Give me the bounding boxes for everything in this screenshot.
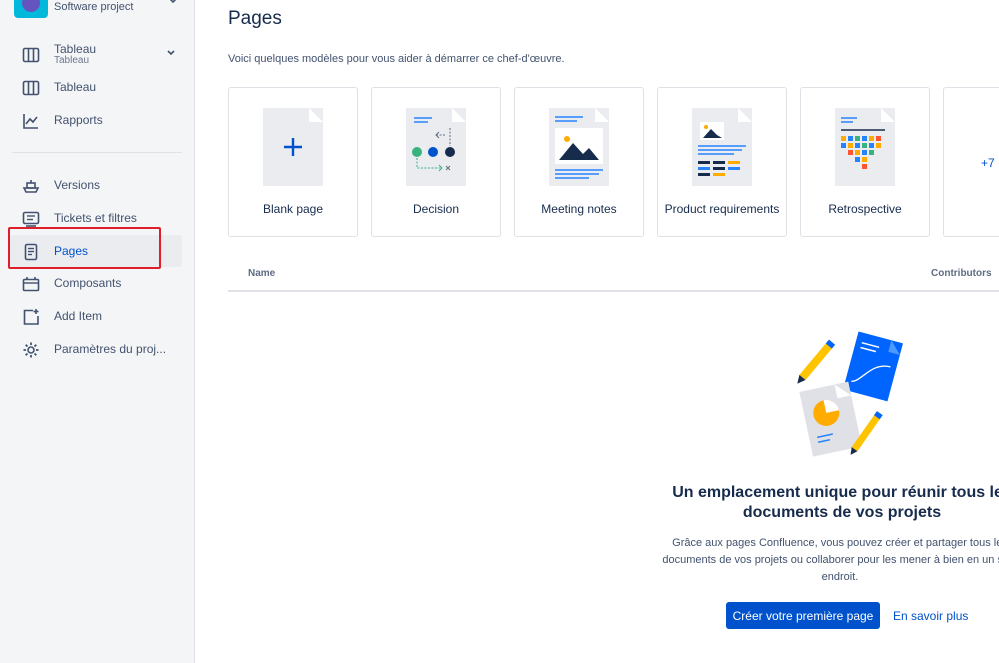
blank-page-icon: [263, 108, 323, 186]
sidebar-item-add-item[interactable]: Add Item: [10, 300, 182, 332]
create-first-page-button[interactable]: Créer votre première page: [726, 602, 880, 629]
sidebar-item-project-settings[interactable]: Paramètres du proj...: [10, 333, 182, 365]
sidebar-item-sublabel: Tableau: [54, 55, 90, 66]
template-card-decision[interactable]: Decision: [371, 87, 501, 237]
page-subtitle: Voici quelques modèles pour vous aider à…: [228, 53, 565, 65]
board-icon: [22, 80, 40, 96]
component-icon: [22, 277, 40, 292]
decision-icon: [406, 108, 466, 186]
learn-more-link[interactable]: En savoir plus: [893, 609, 968, 623]
empty-state-description: Grâce aux pages Confluence, vous pouvez …: [662, 537, 999, 583]
more-templates-card[interactable]: +7: [943, 87, 999, 237]
project-header[interactable]: Software project: [14, 0, 184, 20]
chart-line-icon: [23, 114, 38, 129]
chevron-down-icon[interactable]: [166, 48, 176, 58]
sidebar-item-components[interactable]: Composants: [10, 267, 182, 299]
page-title: Pages: [228, 8, 282, 29]
sidebar-item-label: Versions: [54, 178, 101, 192]
sidebar-item-board[interactable]: Tableau: [10, 71, 182, 103]
sidebar-divider: [12, 152, 182, 153]
retrospective-icon: [835, 108, 895, 186]
ship-icon: [22, 180, 40, 193]
project-type: Software project: [54, 1, 134, 13]
empty-state-title: Un emplacement unique pour réunir tous l…: [672, 484, 999, 521]
template-label: Decision: [412, 202, 460, 216]
table-header-divider: [228, 290, 999, 292]
template-card-product-requirements[interactable]: Product requirements: [657, 87, 787, 237]
meeting-notes-icon: [549, 108, 609, 186]
template-label: Retrospective: [828, 202, 902, 216]
template-card-meeting-notes[interactable]: Meeting notes: [514, 87, 644, 237]
add-item-icon: [23, 309, 39, 325]
sidebar: Software project Tableau Tableau Tableau…: [0, 0, 195, 663]
template-label: Blank page: [262, 202, 324, 216]
sidebar-item-board-group[interactable]: Tableau Tableau: [10, 38, 182, 70]
sidebar-item-label: Tableau: [54, 42, 97, 56]
template-label: Meeting notes: [541, 202, 617, 216]
chevron-down-icon: [169, 0, 177, 4]
selection-highlight: [8, 227, 161, 269]
sidebar-item-reports[interactable]: Rapports: [10, 104, 182, 136]
board-icon: [22, 47, 40, 63]
template-card-retrospective[interactable]: Retrospective: [800, 87, 930, 237]
more-templates-count: +7: [981, 156, 995, 170]
sidebar-item-label: Composants: [54, 276, 122, 290]
template-label: Product requirements: [664, 202, 780, 216]
table-header-name[interactable]: Name: [248, 268, 275, 279]
sidebar-item-label: Add Item: [54, 309, 103, 323]
sidebar-item-label: Tickets et filtres: [54, 211, 137, 225]
main-content: Pages Voici quelques modèles pour vous a…: [195, 0, 999, 663]
table-header-contributors[interactable]: Contributors: [931, 268, 992, 279]
project-avatar: [14, 0, 48, 18]
sidebar-item-versions[interactable]: Versions: [10, 169, 182, 201]
product-requirements-icon: [692, 108, 752, 186]
sidebar-item-label: Paramètres du proj...: [54, 342, 167, 356]
template-card-blank-page[interactable]: Blank page: [228, 87, 358, 237]
sidebar-item-label: Rapports: [54, 113, 103, 127]
gear-icon: [23, 342, 39, 358]
filter-list-icon: [22, 211, 40, 227]
documents-illustration: [797, 331, 903, 457]
sidebar-item-label: Tableau: [54, 80, 97, 94]
